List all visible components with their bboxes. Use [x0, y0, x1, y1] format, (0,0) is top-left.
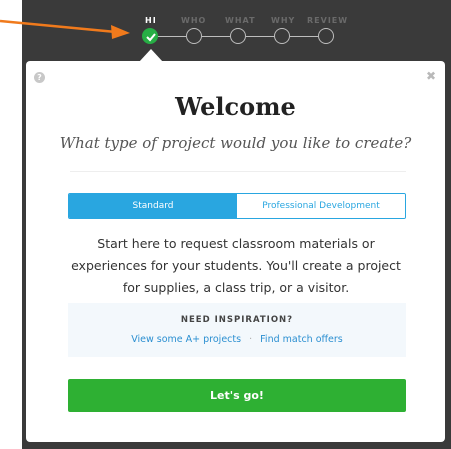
modal-title: Welcome [175, 92, 296, 121]
step-connector [202, 35, 216, 37]
step-dot-what[interactable] [230, 28, 246, 44]
inspiration-links: View some A+ projects · Find match offer… [68, 334, 406, 345]
inspiration-box: NEED INSPIRATION? View some A+ projects … [68, 303, 406, 357]
progress-steps: HI WHO WHAT WHY REVIEW [120, 10, 360, 50]
step-label-who: WHO [181, 16, 207, 25]
close-icon[interactable]: ✖ [425, 69, 437, 83]
step-label-what: WHAT [225, 16, 256, 25]
step-connector [216, 35, 230, 37]
project-description: Start here to request classroom material… [71, 236, 401, 295]
link-separator: · [249, 334, 253, 345]
welcome-modal: ? ✖ Welcome What type of project would y… [26, 61, 445, 442]
step-dot-who[interactable] [186, 28, 202, 44]
step-connector [260, 35, 274, 37]
divider [70, 171, 406, 172]
tab-standard[interactable]: Standard [69, 194, 237, 218]
help-icon[interactable]: ? [34, 72, 45, 83]
tab-professional-development[interactable]: Professional Development [237, 194, 405, 218]
step-label-review: REVIEW [307, 16, 349, 25]
step-label-hi: HI [145, 16, 157, 25]
step-dot-review[interactable] [318, 28, 334, 44]
inspiration-title: NEED INSPIRATION? [180, 315, 294, 325]
link-view-a-plus-projects[interactable]: View some A+ projects [131, 334, 241, 345]
step-connector [172, 35, 186, 37]
modal-subtitle: What type of project would you like to c… [59, 134, 412, 152]
step-connector [304, 35, 318, 37]
step-connector [290, 35, 304, 37]
link-find-match-offers[interactable]: Find match offers [260, 334, 343, 345]
project-type-tabs: Standard Professional Development [68, 193, 406, 219]
step-dot-why[interactable] [274, 28, 290, 44]
step-label-why: WHY [271, 16, 296, 25]
lets-go-button[interactable]: Let's go! [68, 379, 406, 412]
step-dot-hi[interactable] [142, 28, 158, 44]
step-connector [246, 35, 260, 37]
step-connector [158, 35, 172, 37]
check-icon [146, 33, 156, 42]
